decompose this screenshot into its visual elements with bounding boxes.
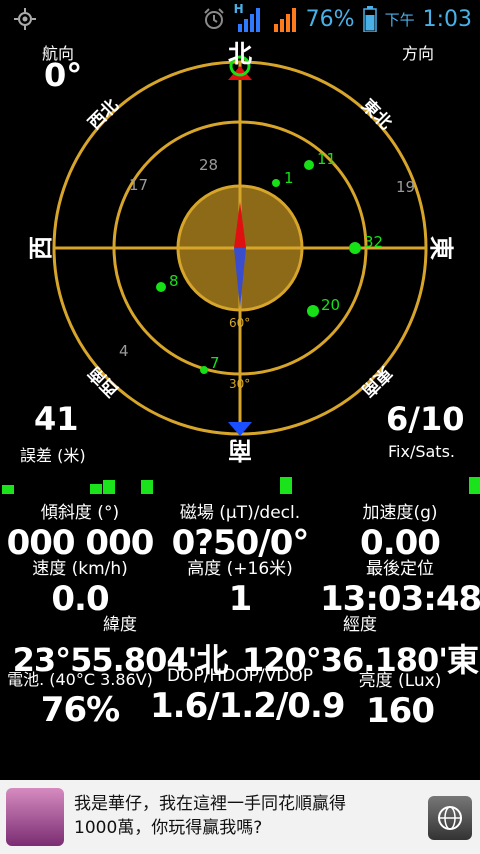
battery-label: 電池. (40°C 3.86V) <box>7 670 153 689</box>
svg-text:32: 32 <box>364 233 383 251</box>
error-label: 誤差 (米) <box>20 446 86 465</box>
direction-northeast: 東北 <box>357 95 396 134</box>
clock-time: 1:03 <box>422 6 472 32</box>
battery-icon <box>362 6 377 32</box>
signal-strength-icon: H <box>234 2 264 32</box>
status-bar: H 76% 下午 1:03 <box>0 0 480 38</box>
satellite-4: 4 <box>119 342 129 360</box>
battery-value: 76% <box>40 690 120 730</box>
gps-icon <box>14 8 36 30</box>
ring-label-30: 30° <box>229 377 250 391</box>
fix-value: 6/10 <box>386 400 465 438</box>
satellite-7: 7 <box>200 354 220 374</box>
satellite-32: 32 <box>349 233 383 254</box>
signal-bar <box>469 477 480 494</box>
brightness-label: 亮度 (Lux) <box>358 671 442 691</box>
satellite-20: 20 <box>307 296 340 317</box>
tilt-label: 傾斜度 (°) <box>40 503 120 523</box>
signal-bar <box>279 477 292 494</box>
svg-text:11: 11 <box>317 150 336 168</box>
direction-south: 南 <box>228 436 252 464</box>
ring-label-60: 60° <box>229 316 250 330</box>
satellite-8: 8 <box>156 272 179 292</box>
error-value: 41 <box>34 400 79 438</box>
latitude-label: 緯度 <box>103 615 137 635</box>
svg-text:7: 7 <box>210 354 220 372</box>
svg-text:8: 8 <box>169 272 179 290</box>
ampm-label: 下午 <box>384 10 415 29</box>
ad-avatar[interactable] <box>6 788 64 846</box>
signal-strength-orange-icon <box>273 8 296 32</box>
brightness-value: 160 <box>366 691 435 731</box>
direction-southeast: 東南 <box>357 362 396 401</box>
signal-bar <box>103 480 116 494</box>
dop-label: DOP/HDOP/VDOP <box>166 666 314 686</box>
last-fix-label: 最後定位 <box>366 559 434 579</box>
ad-text-line1: 我是華仔，我在這裡一手同花順贏得 <box>74 794 346 814</box>
fix-label: Fix/Sats. <box>388 442 455 461</box>
direction-west: 西 <box>27 236 55 260</box>
globe-icon[interactable] <box>428 796 472 840</box>
alarm-clock-icon <box>203 8 224 29</box>
longitude-label: 經度 <box>343 615 377 635</box>
satellite-28: 28 <box>199 156 218 174</box>
battery-percent: 76% <box>305 6 355 32</box>
speed-label: 速度 (km/h) <box>32 559 128 579</box>
satellite-11: 11 <box>304 150 336 170</box>
ad-text[interactable]: 我是華仔，我在這裡一手同花順贏得 1000萬，你玩得贏我嗎? <box>74 792 414 840</box>
ad-banner[interactable]: 我是華仔，我在這裡一手同花順贏得 1000萬，你玩得贏我嗎? <box>0 780 480 854</box>
ad-text-line2: 1000萬，你玩得贏我嗎? <box>74 818 263 838</box>
direction-east: 東 <box>427 236 455 260</box>
direction-northwest: 西北 <box>85 96 123 134</box>
satellite-signal-bars <box>0 470 480 496</box>
signal-bar <box>90 484 103 494</box>
signal-bar <box>140 480 153 494</box>
satellite-1: 1 <box>272 169 294 187</box>
signal-bar <box>2 485 14 494</box>
direction-north: 北 <box>228 40 252 68</box>
svg-text:1: 1 <box>284 169 294 187</box>
satellite-17: 17 <box>129 176 148 194</box>
satellite-19: 19 <box>396 178 415 196</box>
dop-value: 1.6/1.2/0.9 <box>150 686 346 726</box>
svg-text:20: 20 <box>321 296 340 314</box>
direction-southwest: 西南 <box>84 362 123 401</box>
magnetic-field-label: 磁場 (µT)/decl. <box>179 503 301 523</box>
altitude-label: 高度 (+16米) <box>187 559 293 579</box>
acceleration-label: 加速度(g) <box>362 503 438 523</box>
